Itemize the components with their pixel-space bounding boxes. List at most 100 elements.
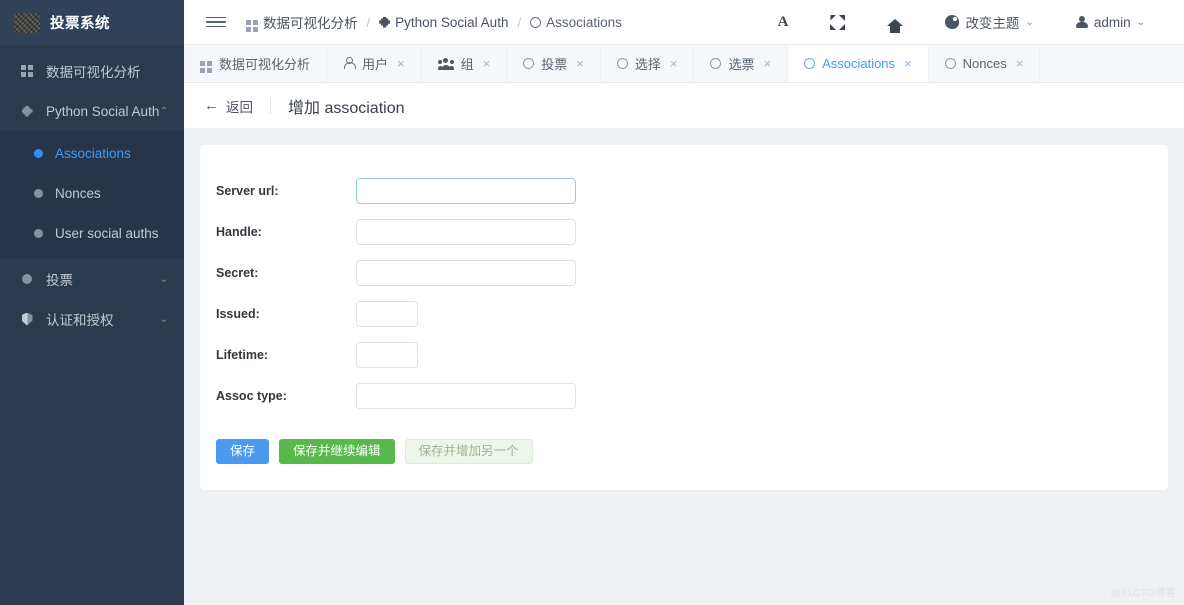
form-row-issued: Issued: (200, 294, 1168, 334)
tab-nonces[interactable]: Nonces × (929, 45, 1041, 82)
chevron-up-icon[interactable]: ⌃ (160, 106, 168, 117)
field-label: Issued: (216, 307, 356, 321)
expand-icon (830, 15, 845, 30)
tab-label: 投票 (541, 54, 567, 73)
puzzle-icon (379, 17, 390, 28)
breadcrumb-item-dataviz[interactable]: 数据可视化分析 (246, 12, 358, 32)
field-label: Server url: (216, 184, 356, 198)
page-header: ← 返回 增加 association (184, 83, 1184, 129)
close-icon[interactable]: × (670, 56, 678, 71)
close-icon[interactable]: × (397, 56, 405, 71)
dot-icon (34, 189, 43, 198)
theme-button[interactable]: 改变主题 ⌄ (924, 0, 1054, 45)
tab-users[interactable]: 用户 × (327, 45, 422, 82)
chevron-down-icon[interactable]: ⌄ (160, 314, 168, 325)
field-label: Handle: (216, 225, 356, 239)
tab-choice[interactable]: 选择 × (601, 45, 695, 82)
font-size-button[interactable]: A (757, 0, 810, 45)
theme-button-label: 改变主题 (965, 12, 1019, 32)
user-menu-label: admin (1094, 15, 1131, 30)
user-menu[interactable]: admin ⌄ (1055, 0, 1166, 45)
shield-icon (18, 313, 36, 326)
circle-outline-icon (523, 58, 534, 69)
tab-label: Nonces (963, 56, 1007, 71)
sidebar-item-auth[interactable]: 认证和授权 ⌄ (0, 299, 184, 339)
sidebar-item-label: 数据可视化分析 (46, 61, 141, 81)
chevron-down-icon: ⌄ (1025, 17, 1033, 28)
breadcrumb-label: 数据可视化分析 (263, 12, 358, 32)
app-root: 投票系统 数据可视化分析 Python Social Auth ⌃ A (0, 0, 1184, 605)
main-content: Server url: Handle: Secret: Issued: Life (184, 129, 1184, 605)
circle-outline-icon (945, 58, 956, 69)
sidebar-group-python-social-auth: Python Social Auth ⌃ Associations Nonces… (0, 91, 184, 259)
breadcrumb-label: Associations (546, 15, 622, 30)
issued-input[interactable] (356, 301, 418, 327)
save-button[interactable]: 保存 (216, 439, 269, 464)
fullscreen-button[interactable] (809, 0, 866, 45)
sidebar-item-associations[interactable]: Associations (0, 133, 184, 173)
form-row-secret: Secret: (200, 253, 1168, 293)
home-button[interactable] (866, 0, 924, 45)
lifetime-input[interactable] (356, 342, 418, 368)
sidebar-item-python-social-auth[interactable]: Python Social Auth ⌃ (0, 91, 184, 131)
watermark: @51CTO博客 (1111, 584, 1176, 599)
circle-icon (18, 274, 36, 284)
form-row-server-url: Server url: (200, 171, 1168, 211)
sidebar-brand[interactable]: 投票系统 (0, 0, 184, 45)
form-actions: 保存 保存并继续编辑 保存并增加另一个 (200, 439, 1168, 464)
sidebar-subitem-label: User social auths (55, 226, 159, 241)
sidebar-sublist: Associations Nonces User social auths (0, 131, 184, 259)
home-icon (887, 19, 903, 26)
close-icon[interactable]: × (1016, 56, 1024, 71)
chevron-down-icon: ⌄ (1137, 17, 1145, 28)
tab-dataviz[interactable]: 数据可视化分析 (184, 45, 327, 82)
field-label: Secret: (216, 266, 356, 280)
secret-input[interactable] (356, 260, 576, 286)
breadcrumb-label: Python Social Auth (395, 15, 508, 30)
tab-groups[interactable]: 组 × (422, 45, 508, 82)
close-icon[interactable]: × (483, 56, 491, 71)
close-icon[interactable]: × (904, 56, 912, 71)
form-row-lifetime: Lifetime: (200, 335, 1168, 375)
breadcrumb-separator: / (367, 15, 371, 30)
field-label: Lifetime: (216, 348, 356, 362)
form-card: Server url: Handle: Secret: Issued: Life (200, 145, 1168, 490)
save-and-continue-button[interactable]: 保存并继续编辑 (279, 439, 395, 464)
breadcrumb-separator: / (517, 15, 521, 30)
tab-label: 选票 (728, 54, 754, 73)
breadcrumb-item-python-social-auth[interactable]: Python Social Auth (379, 15, 508, 30)
circle-outline-icon (617, 58, 628, 69)
sidebar-item-dataviz[interactable]: 数据可视化分析 (0, 51, 184, 91)
breadcrumb-item-associations[interactable]: Associations (530, 15, 622, 30)
content-area: 数据可视化分析 / Python Social Auth / Associati… (184, 0, 1184, 605)
topbar: 数据可视化分析 / Python Social Auth / Associati… (184, 0, 1184, 45)
grid-icon (200, 54, 212, 73)
tab-label: Associations (822, 56, 895, 71)
sidebar-item-nonces[interactable]: Nonces (0, 173, 184, 213)
user-outline-icon (343, 57, 355, 70)
handle-input[interactable] (356, 219, 576, 245)
tab-ballot[interactable]: 选票 × (694, 45, 788, 82)
circle-outline-icon (804, 58, 815, 69)
dot-icon (34, 229, 43, 238)
tab-vote[interactable]: 投票 × (507, 45, 601, 82)
server-url-input[interactable] (356, 178, 576, 204)
save-and-add-another-button[interactable]: 保存并增加另一个 (405, 439, 533, 464)
chevron-down-icon[interactable]: ⌄ (160, 274, 168, 285)
sidebar-item-user-social-auths[interactable]: User social auths (0, 213, 184, 253)
grid-icon (246, 13, 258, 32)
palette-icon (945, 15, 959, 29)
sidebar-item-vote[interactable]: 投票 ⌄ (0, 259, 184, 299)
tab-associations[interactable]: Associations × (788, 45, 929, 82)
tab-bar: 数据可视化分析 用户 × 组 × 投票 × 选择 × (184, 45, 1184, 83)
hamburger-icon[interactable] (206, 17, 226, 28)
close-icon[interactable]: × (576, 56, 584, 71)
assoc-type-input[interactable] (356, 383, 576, 409)
close-icon[interactable]: × (763, 56, 771, 71)
field-label: Assoc type: (216, 389, 356, 403)
sidebar-nav: 数据可视化分析 Python Social Auth ⌃ Association… (0, 45, 184, 605)
divider (270, 97, 271, 114)
back-button[interactable]: ← 返回 (204, 96, 253, 116)
page-title: 增加 association (288, 94, 405, 118)
letter-a-icon: A (778, 14, 789, 31)
